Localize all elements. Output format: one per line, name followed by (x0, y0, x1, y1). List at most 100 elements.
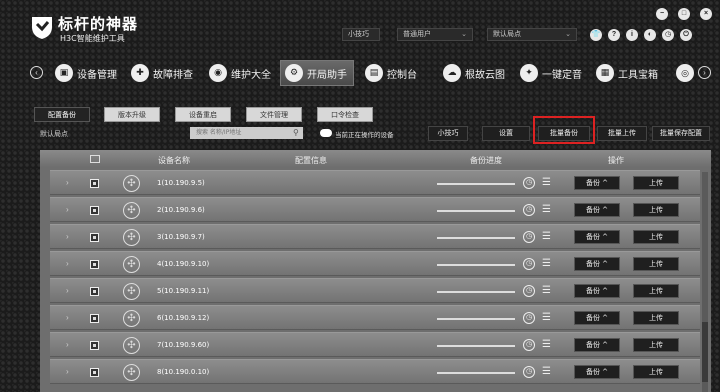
table-row[interactable]: › ✣ 8(10.190.0.10) ◷ ☰ 备份 ^ 上传 (50, 359, 700, 384)
backup-button[interactable]: 备份 ^ (574, 230, 620, 244)
app-title: 标杆的神器 (58, 15, 139, 33)
history-icon[interactable]: ◷ (523, 366, 535, 378)
nav-item-maintenance[interactable]: ◉ 维护大全 (209, 62, 271, 84)
search-icon[interactable]: ⚲ (293, 128, 299, 137)
row-checkbox[interactable] (90, 314, 99, 323)
history-icon[interactable]: ◷ (523, 285, 535, 297)
expand-chevron-icon[interactable]: › (66, 205, 69, 214)
router-icon: ✣ (123, 283, 140, 300)
shirt-icon[interactable]: 👕 (590, 29, 602, 41)
expand-chevron-icon[interactable]: › (66, 313, 69, 322)
settings-button[interactable]: 设置 (482, 126, 530, 141)
upload-button[interactable]: 上传 (633, 338, 679, 352)
help-icon[interactable]: ? (608, 29, 620, 41)
upload-button[interactable]: 上传 (633, 230, 679, 244)
row-checkbox[interactable] (90, 341, 99, 350)
tab-version-upgrade[interactable]: 版本升级 (104, 107, 160, 122)
table-row[interactable]: › ✣ 2(10.190.9.6) ◷ ☰ 备份 ^ 上传 (50, 197, 700, 222)
nav-item-cloud[interactable]: ☁ 根故云图 (443, 62, 505, 84)
user-type-select[interactable]: 普通用户 ⌄ (397, 28, 473, 41)
close-icon[interactable]: × (700, 8, 712, 20)
history-icon[interactable]: ◷ (523, 177, 535, 189)
backup-button[interactable]: 备份 ^ (574, 284, 620, 298)
row-checkbox[interactable] (90, 368, 99, 377)
row-checkbox[interactable] (90, 206, 99, 215)
backup-button[interactable]: 备份 ^ (574, 311, 620, 325)
maximize-icon[interactable]: □ (678, 8, 690, 20)
list-icon[interactable]: ☰ (542, 177, 551, 189)
row-checkbox[interactable] (90, 179, 99, 188)
nav-item-troubleshoot[interactable]: ✚ 故障排查 (131, 62, 193, 84)
clock-icon[interactable]: ◷ (662, 29, 674, 41)
upload-button[interactable]: 上传 (633, 203, 679, 217)
expand-chevron-icon[interactable]: › (66, 259, 69, 268)
expand-chevron-icon[interactable]: › (66, 340, 69, 349)
table-row[interactable]: › ✣ 1(10.190.9.5) ◷ ☰ 备份 ^ 上传 (50, 170, 700, 195)
scrollbar-thumb[interactable] (702, 322, 708, 382)
history-icon[interactable]: ◷ (523, 231, 535, 243)
search-input[interactable] (190, 127, 303, 139)
backup-button[interactable]: 备份 ^ (574, 203, 620, 217)
table-row[interactable]: › ✣ 5(10.190.9.11) ◷ ☰ 备份 ^ 上传 (50, 278, 700, 303)
nav-item-oneclick[interactable]: ✦ 一键定音 (520, 62, 582, 84)
tips-button[interactable]: 小技巧 (342, 28, 380, 41)
backup-button[interactable]: 备份 ^ (574, 365, 620, 379)
expand-chevron-icon[interactable]: › (66, 367, 69, 376)
backup-button[interactable]: 备份 ^ (574, 338, 620, 352)
history-icon[interactable]: ◷ (523, 339, 535, 351)
history-icon[interactable]: ◷ (523, 312, 535, 324)
row-checkbox[interactable] (90, 287, 99, 296)
toolbox-icon: ▦ (596, 64, 614, 82)
expand-chevron-icon[interactable]: › (66, 286, 69, 295)
tab-file-management[interactable]: 文件管理 (246, 107, 302, 122)
scrollbar[interactable] (702, 172, 708, 392)
upload-button[interactable]: 上传 (633, 257, 679, 271)
list-icon[interactable]: ☰ (542, 312, 551, 324)
minimize-icon[interactable]: − (656, 8, 668, 20)
tab-password-check[interactable]: 口令检查 (317, 107, 373, 122)
site-select[interactable]: 默认局点 ⌄ (487, 28, 577, 41)
more-icon[interactable]: ◎ (676, 64, 694, 82)
nav-right-arrow-icon[interactable]: › (698, 66, 711, 79)
info-icon[interactable]: i (626, 29, 638, 41)
batch-save-config-button[interactable]: 批量保存配置 (652, 126, 710, 141)
backup-progress-bar (437, 210, 515, 212)
power-icon[interactable]: ⏻ (680, 29, 692, 41)
select-all-checkbox[interactable] (90, 155, 100, 163)
table-row[interactable]: › ✣ 7(10.190.9.60) ◷ ☰ 备份 ^ 上传 (50, 332, 700, 357)
tips-button[interactable]: 小技巧 (428, 126, 468, 141)
nav-item-deploy-assistant[interactable]: ⚙ 开局助手 (280, 60, 354, 86)
expand-chevron-icon[interactable]: › (66, 232, 69, 241)
header-actions: 操作 (608, 156, 624, 165)
theme-icon[interactable]: ◐ (644, 29, 656, 41)
tab-config-backup[interactable]: 配置备份 (34, 107, 90, 122)
batch-upload-button[interactable]: 批量上传 (597, 126, 647, 141)
upload-button[interactable]: 上传 (633, 311, 679, 325)
list-icon[interactable]: ☰ (542, 231, 551, 243)
backup-button[interactable]: 备份 ^ (574, 257, 620, 271)
list-icon[interactable]: ☰ (542, 258, 551, 270)
upload-button[interactable]: 上传 (633, 284, 679, 298)
upload-button[interactable]: 上传 (633, 365, 679, 379)
row-checkbox[interactable] (90, 260, 99, 269)
nav-item-device-management[interactable]: ▣ 设备管理 (55, 62, 117, 84)
nav-left-arrow-icon[interactable]: ‹ (30, 66, 43, 79)
nav-item-toolbox[interactable]: ▦ 工具宝箱 (596, 62, 658, 84)
table-row[interactable]: › ✣ 6(10.190.9.12) ◷ ☰ 备份 ^ 上传 (50, 305, 700, 330)
list-icon[interactable]: ☰ (542, 366, 551, 378)
current-device-toggle[interactable] (320, 129, 332, 137)
backup-button[interactable]: 备份 ^ (574, 176, 620, 190)
list-icon[interactable]: ☰ (542, 204, 551, 216)
table-row[interactable]: › ✣ 4(10.190.9.10) ◷ ☰ 备份 ^ 上传 (50, 251, 700, 276)
table-row[interactable]: › ✣ 3(10.190.9.7) ◷ ☰ 备份 ^ 上传 (50, 224, 700, 249)
expand-chevron-icon[interactable]: › (66, 178, 69, 187)
history-icon[interactable]: ◷ (523, 204, 535, 216)
history-icon[interactable]: ◷ (523, 258, 535, 270)
tab-device-restart[interactable]: 设备重启 (175, 107, 231, 122)
list-icon[interactable]: ☰ (542, 285, 551, 297)
upload-button[interactable]: 上传 (633, 176, 679, 190)
row-checkbox[interactable] (90, 233, 99, 242)
list-icon[interactable]: ☰ (542, 339, 551, 351)
backup-progress-bar (437, 264, 515, 266)
nav-item-console[interactable]: ▤ 控制台 (365, 62, 417, 84)
